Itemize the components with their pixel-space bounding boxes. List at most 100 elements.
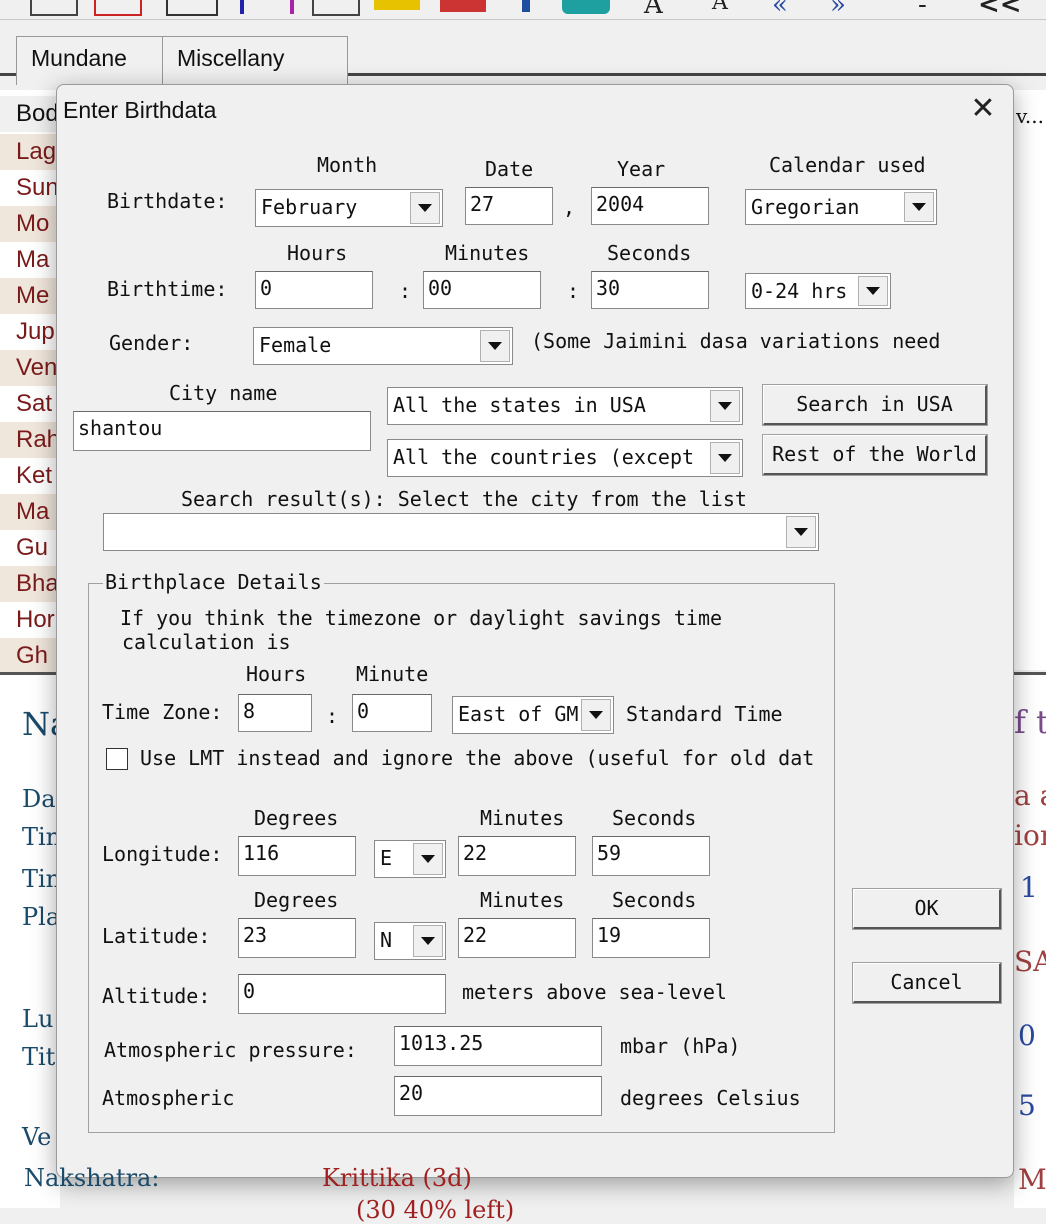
usa-states-select[interactable]: All the states in USA — [387, 387, 743, 425]
right-header: v... — [1016, 104, 1044, 128]
longitude-seconds-field[interactable]: 59 — [592, 836, 710, 876]
hours-field[interactable]: 0 — [255, 271, 373, 309]
printer-icon[interactable] — [440, 0, 486, 12]
list-item[interactable]: Gh — [0, 638, 60, 674]
date-field[interactable]: 27 — [465, 187, 553, 225]
temperature-field[interactable]: 20 — [394, 1076, 602, 1116]
city-header: City name — [169, 381, 278, 405]
dialog-titlebar[interactable]: Enter Birthdata ✕ — [57, 85, 1013, 135]
cancel-button[interactable]: Cancel — [853, 963, 1001, 1003]
tz-minute-header: Minute — [356, 662, 429, 686]
latitude-direction-select[interactable]: N — [374, 922, 446, 960]
latitude-minutes-field[interactable]: 22 — [458, 918, 576, 958]
chevron-down-icon[interactable] — [480, 330, 510, 362]
calendar-value: Gregorian — [751, 195, 860, 219]
tz-minute-field[interactable]: 0 — [352, 694, 432, 732]
tab-miscellany[interactable]: Miscellany — [162, 36, 348, 85]
minutes-header: Minutes — [445, 241, 530, 265]
book-icon[interactable] — [312, 0, 360, 16]
chevron-down-icon[interactable] — [904, 192, 934, 222]
list-item[interactable]: Gu — [0, 530, 60, 566]
latitude-degrees-field[interactable]: 23 — [238, 918, 356, 958]
chevron-down-icon[interactable] — [786, 516, 816, 548]
chevron-down-icon[interactable] — [710, 390, 740, 422]
time-colon: : — [399, 279, 412, 303]
birthdata-dialog: Enter Birthdata ✕ Month Date Year Calend… — [56, 84, 1014, 1178]
longitude-minutes-field[interactable]: 22 — [458, 836, 576, 876]
nakshatra-label: Nakshatra: — [24, 1164, 160, 1192]
minutes-field[interactable]: 00 — [423, 271, 541, 309]
list-item[interactable]: Bha — [0, 566, 60, 602]
tab-mundane[interactable]: Mundane — [16, 36, 186, 85]
use-lmt-label: Use LMT instead and ignore the above (us… — [140, 746, 815, 770]
gender-value: Female — [259, 333, 332, 357]
year-field[interactable]: 2004 — [591, 187, 709, 225]
list-item[interactable]: Sun — [0, 170, 60, 206]
month-select[interactable]: February — [255, 189, 443, 227]
list-item[interactable]: Hor — [0, 602, 60, 638]
altitude-unit: meters above sea-level — [462, 980, 727, 1004]
next-icon[interactable]: » — [830, 0, 846, 20]
gender-select[interactable]: Female — [253, 327, 513, 365]
font-smaller-icon[interactable]: A — [712, 0, 728, 15]
previous-icon[interactable]: « — [772, 0, 788, 20]
list-item[interactable]: Me — [0, 278, 60, 314]
ok-button[interactable]: OK — [853, 889, 1001, 929]
calendar-select[interactable]: Gregorian — [745, 189, 937, 225]
grid-icon[interactable] — [30, 0, 78, 16]
chevron-down-icon[interactable] — [581, 699, 611, 731]
countries-select[interactable]: All the countries (except — [387, 439, 743, 477]
longitude-degrees-field[interactable]: 116 — [238, 836, 356, 876]
back-icon[interactable]: << — [978, 0, 1022, 20]
right-fragment: 1 — [1020, 871, 1038, 904]
tz-hours-field[interactable]: 8 — [238, 694, 312, 732]
longitude-degrees-header: Degrees — [254, 806, 339, 830]
city-name-field[interactable]: shantou — [73, 411, 371, 451]
search-results-select[interactable] — [103, 513, 819, 551]
rest-of-world-button[interactable]: Rest of the World — [763, 435, 987, 475]
list-item[interactable]: Jup — [0, 314, 60, 350]
use-lmt-checkbox[interactable] — [106, 748, 128, 770]
seconds-header: Seconds — [607, 241, 692, 265]
list-item[interactable]: Mo — [0, 206, 60, 242]
chevron-down-icon[interactable] — [413, 843, 443, 875]
pressure-field[interactable]: 1013.25 — [394, 1026, 602, 1066]
list-item[interactable]: Rah — [0, 422, 60, 458]
list-item[interactable]: Ma — [0, 494, 60, 530]
chevron-down-icon[interactable] — [858, 276, 888, 306]
chevron-down-icon[interactable] — [410, 192, 440, 224]
latitude-direction-value: N — [380, 928, 393, 952]
nakshatra-detail: (30 40% left) — [356, 1196, 515, 1224]
latitude-degrees-header: Degrees — [254, 888, 339, 912]
search-results-label: Search result(s): Select the city from t… — [181, 487, 747, 511]
list-item[interactable]: Sat — [0, 386, 60, 422]
planet-list-header[interactable]: Bod — [0, 96, 60, 132]
bars-icon[interactable] — [240, 0, 294, 14]
seconds-field[interactable]: 30 — [591, 271, 709, 309]
chevron-down-icon[interactable] — [413, 925, 443, 957]
chart-icon[interactable] — [94, 0, 142, 16]
main-toolbar: A A « » - << — [0, 0, 1046, 20]
list-item[interactable]: Ven — [0, 350, 60, 386]
list-item[interactable]: Ma — [0, 242, 60, 278]
altitude-field[interactable]: 0 — [238, 974, 446, 1014]
minus-icon[interactable]: - — [918, 0, 927, 20]
export-icon[interactable] — [562, 0, 610, 14]
list-item[interactable]: Ket — [0, 458, 60, 494]
close-button[interactable]: ✕ — [963, 91, 1003, 127]
time-format-select[interactable]: 0-24 hrs — [745, 273, 891, 309]
tz-direction-select[interactable]: East of GM — [452, 696, 614, 734]
hours-header: Hours — [287, 241, 348, 265]
info-icon[interactable] — [522, 0, 530, 12]
search-usa-button[interactable]: Search in USA — [763, 385, 987, 425]
longitude-label: Longitude: — [102, 842, 223, 866]
table-icon[interactable] — [166, 0, 218, 16]
font-larger-icon[interactable]: A — [644, 0, 663, 20]
list-item[interactable]: Lag — [0, 134, 60, 170]
longitude-direction-select[interactable]: E — [374, 840, 446, 878]
speaker-icon[interactable] — [374, 0, 420, 10]
right-fragment: ion — [1014, 819, 1046, 852]
chevron-down-icon[interactable] — [710, 442, 740, 474]
tz-direction-value: East of GM — [458, 702, 579, 726]
latitude-seconds-field[interactable]: 19 — [592, 918, 710, 958]
